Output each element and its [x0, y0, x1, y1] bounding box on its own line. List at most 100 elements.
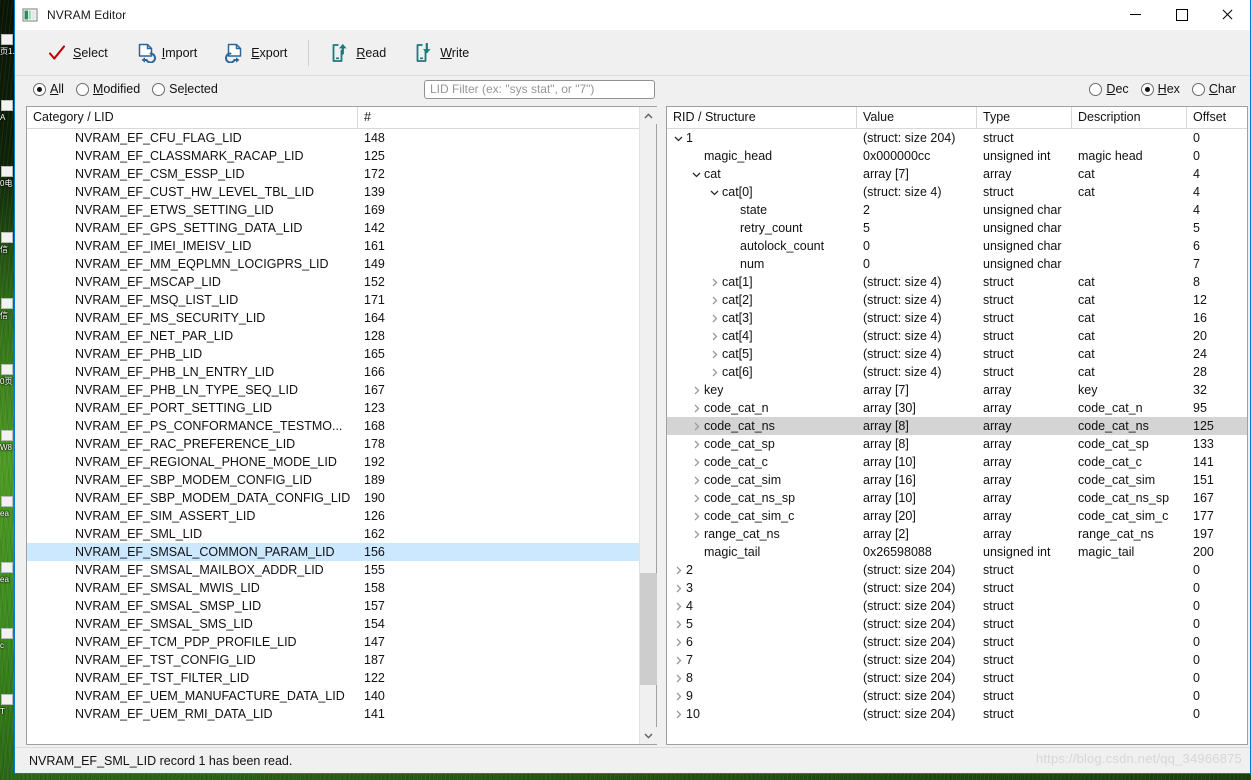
structure-tree-row[interactable]: cat array [7] array cat 4: [667, 165, 1247, 183]
import-button[interactable]: Import: [122, 36, 211, 70]
lid-list-row[interactable]: NVRAM_EF_SBP_MODEM_CONFIG_LID 189: [27, 471, 656, 489]
structure-tree-row[interactable]: 1 (struct: size 204) struct 0: [667, 129, 1247, 147]
chevron-down-icon[interactable]: [689, 165, 704, 183]
lid-list-row[interactable]: NVRAM_EF_REGIONAL_PHONE_MODE_LID 192: [27, 453, 656, 471]
lid-list-row[interactable]: NVRAM_EF_SML_LID 162: [27, 525, 656, 543]
chevron-right-icon[interactable]: [707, 345, 722, 363]
chevron-right-icon[interactable]: [707, 291, 722, 309]
chevron-down-icon[interactable]: [671, 129, 686, 147]
chevron-right-icon[interactable]: [671, 579, 686, 597]
structure-tree-row[interactable]: 8 (struct: size 204) struct 0: [667, 669, 1247, 687]
structure-tree-row[interactable]: 2 (struct: size 204) struct 0: [667, 561, 1247, 579]
structure-tree-row[interactable]: autolock_count 0 unsigned char 6: [667, 237, 1247, 255]
lid-list-row[interactable]: NVRAM_EF_SBP_MODEM_DATA_CONFIG_LID 190: [27, 489, 656, 507]
chevron-right-icon[interactable]: [707, 327, 722, 345]
lid-list-row[interactable]: NVRAM_EF_SMSAL_MAILBOX_ADDR_LID 155: [27, 561, 656, 579]
chevron-right-icon[interactable]: [689, 435, 704, 453]
lid-list-row[interactable]: NVRAM_EF_MSCAP_LID 152: [27, 273, 656, 291]
chevron-right-icon[interactable]: [671, 687, 686, 705]
structure-tree-row[interactable]: code_cat_sim_c array [20] array code_cat_si…: [667, 507, 1247, 525]
structure-tree-row[interactable]: 7 (struct: size 204) struct 0: [667, 651, 1247, 669]
lid-list-row[interactable]: NVRAM_EF_MS_SECURITY_LID 164: [27, 309, 656, 327]
lid-list-row[interactable]: NVRAM_EF_RAC_PREFERENCE_LID 178: [27, 435, 656, 453]
chevron-right-icon[interactable]: [689, 471, 704, 489]
maximize-button[interactable]: [1158, 0, 1204, 30]
lid-list-row[interactable]: NVRAM_EF_PORT_SETTING_LID 123: [27, 399, 656, 417]
lid-list-row[interactable]: NVRAM_EF_ETWS_SETTING_LID 169: [27, 201, 656, 219]
structure-tree-row[interactable]: 10 (struct: size 204) struct 0: [667, 705, 1247, 723]
chevron-right-icon[interactable]: [689, 381, 704, 399]
radio-selected[interactable]: Selected: [152, 82, 218, 96]
chevron-right-icon[interactable]: [689, 507, 704, 525]
lid-list-scrollbar[interactable]: [639, 107, 657, 744]
chevron-right-icon[interactable]: [671, 615, 686, 633]
lid-list-row[interactable]: NVRAM_EF_PHB_LN_ENTRY_LID 166: [27, 363, 656, 381]
lid-scroll-up-button[interactable]: [639, 107, 657, 124]
radio-modified[interactable]: Modified: [75, 82, 140, 96]
structure-tree-row[interactable]: magic_tail 0x26598088 unsigned int magic_ta…: [667, 543, 1247, 561]
structure-tree-row[interactable]: code_cat_ns_sp array [10] array code_cat_ns…: [667, 489, 1247, 507]
chevron-right-icon[interactable]: [707, 363, 722, 381]
desktop-icon[interactable]: [1, 694, 13, 705]
structure-tree-row[interactable]: cat[6] (struct: size 4) struct cat 28: [667, 363, 1247, 381]
lid-list-row[interactable]: NVRAM_EF_TCM_PDP_PROFILE_LID 147: [27, 633, 656, 651]
structure-tree-row[interactable]: cat[4] (struct: size 4) struct cat 20: [667, 327, 1247, 345]
lid-list-row[interactable]: NVRAM_EF_CSM_ESSP_LID 172: [27, 165, 656, 183]
lid-list-row[interactable]: NVRAM_EF_MSQ_LIST_LID 171: [27, 291, 656, 309]
desktop-icon[interactable]: [1, 166, 13, 177]
chevron-right-icon[interactable]: [689, 453, 704, 471]
radio-hex[interactable]: Hex: [1140, 82, 1180, 96]
structure-tree-row[interactable]: cat[2] (struct: size 4) struct cat 12: [667, 291, 1247, 309]
lid-list-row[interactable]: NVRAM_EF_IMEI_IMEISV_LID 161: [27, 237, 656, 255]
structure-tree-row[interactable]: num 0 unsigned char 7: [667, 255, 1247, 273]
structure-tree-row[interactable]: 4 (struct: size 204) struct 0: [667, 597, 1247, 615]
lid-list-row[interactable]: NVRAM_EF_PHB_LN_TYPE_SEQ_LID 167: [27, 381, 656, 399]
structure-tree-row[interactable]: retry_count 5 unsigned char 5: [667, 219, 1247, 237]
structure-tree-row[interactable]: cat[5] (struct: size 4) struct cat 24: [667, 345, 1247, 363]
chevron-right-icon[interactable]: [671, 597, 686, 615]
structure-tree-row[interactable]: code_cat_n array [30] array code_cat_n 95: [667, 399, 1247, 417]
structure-tree-row[interactable]: state 2 unsigned char 4: [667, 201, 1247, 219]
lid-list-row[interactable]: NVRAM_EF_TST_FILTER_LID 122: [27, 669, 656, 687]
column-header-category-lid[interactable]: Category / LID: [27, 106, 358, 129]
lid-list-row[interactable]: NVRAM_EF_CFU_FLAG_LID 148: [27, 129, 656, 147]
structure-tree-row[interactable]: cat[3] (struct: size 4) struct cat 16: [667, 309, 1247, 327]
structure-tree-row[interactable]: range_cat_ns array [2] array range_cat_ns 19…: [667, 525, 1247, 543]
desktop-icon[interactable]: [1, 364, 13, 375]
structure-tree-rows[interactable]: 1 (struct: size 204) struct 0 magic_head 0x00…: [667, 129, 1247, 744]
structure-tree-row[interactable]: 6 (struct: size 204) struct 0: [667, 633, 1247, 651]
structure-tree-row[interactable]: 5 (struct: size 204) struct 0: [667, 615, 1247, 633]
structure-tree-row[interactable]: magic_head 0x000000cc unsigned int magic he…: [667, 147, 1247, 165]
lid-list-row[interactable]: NVRAM_EF_SMSAL_MWIS_LID 158: [27, 579, 656, 597]
radio-char[interactable]: Char: [1191, 82, 1236, 96]
chevron-right-icon[interactable]: [671, 705, 686, 723]
read-button[interactable]: Read: [316, 36, 400, 70]
structure-tree-row[interactable]: key array [7] array key 32: [667, 381, 1247, 399]
structure-tree-row[interactable]: 3 (struct: size 204) struct 0: [667, 579, 1247, 597]
lid-scroll-thumb[interactable]: [639, 573, 657, 685]
structure-tree-row[interactable]: code_cat_ns array [8] array code_cat_ns 125: [667, 417, 1247, 435]
desktop-icon[interactable]: [1, 232, 13, 243]
lid-list-rows[interactable]: NVRAM_EF_CFU_FLAG_LID 148 NVRAM_EF_CLASSMA…: [27, 129, 656, 744]
chevron-right-icon[interactable]: [689, 489, 704, 507]
lid-list-row[interactable]: NVRAM_EF_TST_CONFIG_LID 187: [27, 651, 656, 669]
radio-all[interactable]: All: [33, 82, 64, 96]
desktop-icon[interactable]: [1, 298, 13, 309]
chevron-right-icon[interactable]: [707, 309, 722, 327]
lid-scroll-track[interactable]: [639, 124, 657, 727]
chevron-right-icon[interactable]: [671, 651, 686, 669]
select-button[interactable]: Select: [33, 36, 122, 70]
title-bar[interactable]: NVRAM Editor: [15, 0, 1250, 30]
lid-list-row[interactable]: NVRAM_EF_GPS_SETTING_DATA_LID 142: [27, 219, 656, 237]
column-header-type[interactable]: Type: [977, 106, 1072, 129]
lid-list-row[interactable]: NVRAM_EF_UEM_MANUFACTURE_DATA_LID 140: [27, 687, 656, 705]
structure-tree-row[interactable]: 9 (struct: size 204) struct 0: [667, 687, 1247, 705]
lid-filter-input[interactable]: [424, 79, 655, 99]
chevron-right-icon[interactable]: [671, 633, 686, 651]
lid-scroll-down-button[interactable]: [639, 727, 657, 744]
desktop-icon[interactable]: [1, 100, 13, 111]
lid-list-row[interactable]: NVRAM_EF_NET_PAR_LID 128: [27, 327, 656, 345]
chevron-right-icon[interactable]: [689, 525, 704, 543]
lid-list-row[interactable]: NVRAM_EF_UEM_RMI_DATA_LID 141: [27, 705, 656, 723]
desktop-icon[interactable]: [1, 496, 13, 507]
